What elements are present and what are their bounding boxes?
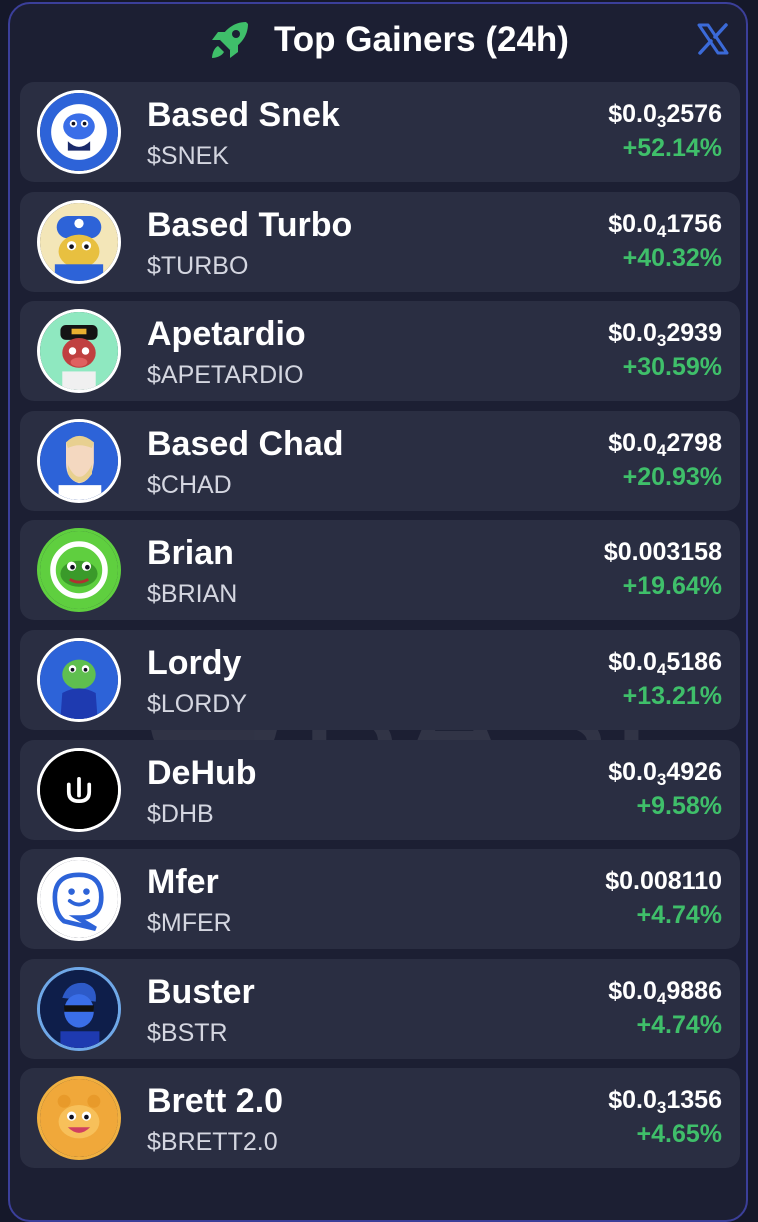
token-list: Based Snek $SNEK $0.032576 +52.14% Based…	[20, 82, 740, 1178]
token-change: +4.74%	[636, 1010, 723, 1039]
token-change: +30.59%	[622, 353, 722, 382]
token-ticker: $TURBO	[147, 251, 249, 280]
token-change: +4.74%	[636, 901, 723, 930]
list-item[interactable]: Brett 2.0 $BRETT2.0 $0.031356 +4.65%	[20, 1068, 740, 1169]
token-name: Based Snek	[147, 96, 340, 134]
token-ticker: $MFER	[147, 909, 232, 938]
token-ticker: $BRETT2.0	[147, 1128, 278, 1157]
mfer-avatar-icon	[37, 857, 121, 942]
token-change: +40.32%	[622, 243, 722, 272]
token-price: $0.045186	[608, 647, 722, 679]
snek-avatar-icon	[37, 90, 121, 174]
rocket-icon	[206, 16, 254, 64]
token-price: $0.031356	[608, 1086, 722, 1118]
buster-avatar-icon	[37, 966, 121, 1051]
token-price: $0.032576	[608, 100, 722, 131]
list-item[interactable]: Mfer $MFER $0.008110 +4.74%	[20, 849, 740, 950]
token-change: +19.64%	[622, 572, 722, 601]
token-price: $0.042798	[608, 428, 722, 460]
page-title: Top Gainers (24h)	[274, 20, 569, 59]
token-name: Mfer	[147, 863, 219, 902]
top-gainers-panel: Gems of BASE Top Gainers (24h)	[8, 2, 748, 1222]
header: Top Gainers (24h)	[10, 4, 746, 82]
token-name: Lordy	[147, 643, 242, 682]
list-item[interactable]: Apetardio $APETARDIO $0.032939 +30.59%	[20, 301, 740, 402]
title-wrap: Top Gainers (24h)	[206, 16, 569, 64]
token-name: Based Chad	[147, 424, 344, 463]
dehub-avatar-icon	[37, 747, 121, 832]
lordy-avatar-icon	[37, 637, 121, 722]
x-icon[interactable]	[696, 22, 730, 56]
token-change: +20.93%	[622, 462, 722, 491]
list-item[interactable]: Based Turbo $TURBO $0.041756 +40.32%	[20, 191, 740, 292]
token-ticker: $DHB	[147, 799, 214, 828]
token-name: Brian	[147, 534, 234, 573]
token-price: $0.041756	[608, 209, 722, 241]
token-ticker: $APETARDIO	[147, 361, 304, 390]
token-price: $0.049886	[608, 976, 722, 1008]
token-price: $0.003158	[603, 538, 722, 567]
token-change: +13.21%	[622, 681, 722, 710]
token-ticker: $BSTR	[147, 1018, 228, 1047]
list-item[interactable]: Brian $BRIAN $0.003158 +19.64%	[20, 520, 740, 621]
apetardio-avatar-icon	[37, 309, 121, 394]
token-ticker: $CHAD	[147, 470, 232, 499]
list-item[interactable]: Buster $BSTR $0.049886 +4.74%	[20, 958, 740, 1059]
list-item[interactable]: Based Chad $CHAD $0.042798 +20.93%	[20, 410, 740, 511]
token-price: $0.032939	[608, 319, 722, 351]
list-item[interactable]: DeHub $DHB $0.034926 +9.58%	[20, 739, 740, 840]
token-ticker: $BRIAN	[147, 580, 238, 609]
token-change: +4.65%	[636, 1120, 723, 1149]
token-name: Apetardio	[147, 315, 306, 354]
list-item[interactable]: Lordy $LORDY $0.045186 +13.21%	[20, 629, 740, 730]
token-price: $0.034926	[608, 757, 722, 789]
token-name: Brett 2.0	[147, 1082, 284, 1121]
chad-avatar-icon	[37, 418, 121, 503]
token-ticker: $SNEK	[147, 142, 229, 170]
brian-avatar-icon	[37, 528, 121, 613]
token-name: DeHub	[147, 753, 257, 792]
token-name: Based Turbo	[147, 205, 353, 244]
turbo-avatar-icon	[37, 199, 121, 284]
token-change: +52.14%	[622, 134, 722, 162]
token-name: Buster	[147, 972, 255, 1011]
token-ticker: $LORDY	[147, 689, 248, 718]
brett-avatar-icon	[37, 1076, 121, 1161]
token-change: +9.58%	[636, 791, 723, 820]
token-price: $0.008110	[605, 867, 722, 896]
list-item[interactable]: Based Snek $SNEK $0.032576 +52.14%	[20, 82, 740, 182]
